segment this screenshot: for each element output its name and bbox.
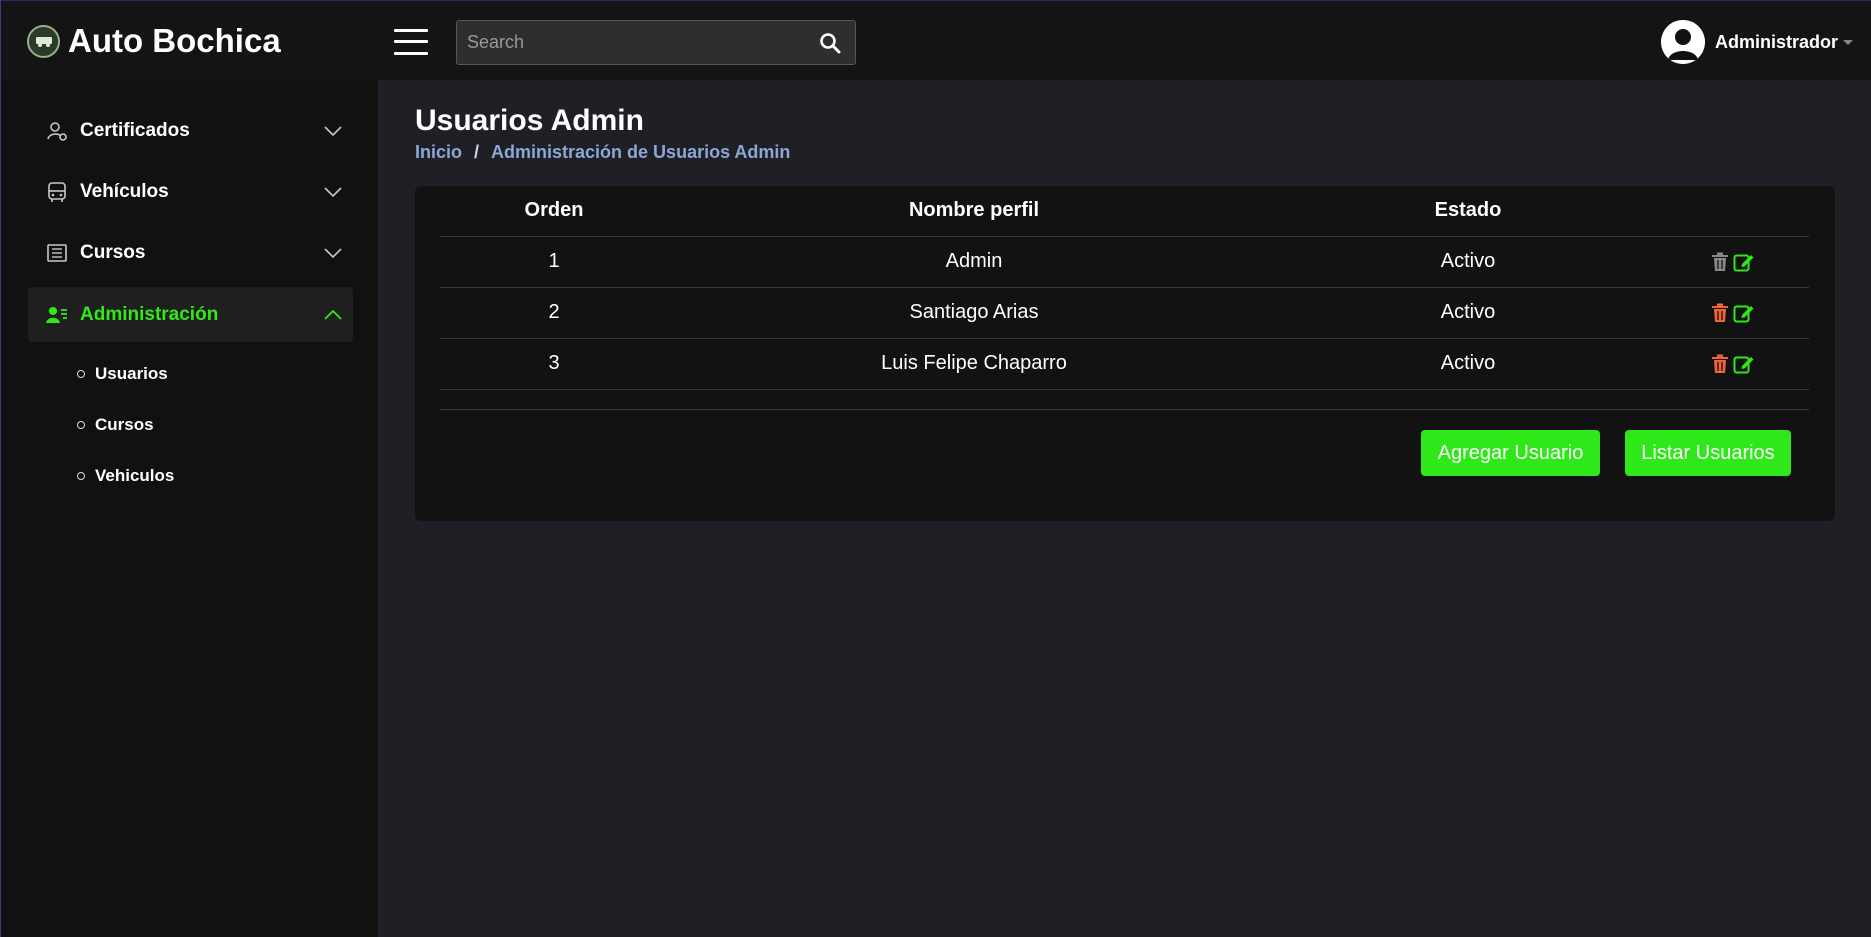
edit-icon[interactable] [1733,303,1755,323]
cell-estado: Activo [1280,338,1656,390]
user-name: Administrador [1714,31,1838,52]
chevron-up-icon [313,309,353,320]
users-admin-icon [46,304,68,326]
user-menu[interactable]: Administrador [1660,20,1853,64]
chevron-down-icon [313,247,353,258]
breadcrumb-home-link[interactable]: Inicio [415,142,462,163]
search-bar [456,20,856,65]
sidebar-item-certificados[interactable]: Certificados [28,103,353,158]
cell-orden: 3 [440,338,668,390]
table-row: 3 Luis Felipe Chaparro Activo [440,338,1809,390]
bus-icon [46,181,68,203]
brand-title: Auto Bochica [68,22,281,59]
trash-icon[interactable] [1711,252,1729,272]
circle-icon [77,370,85,378]
sidebar-item-label: Vehículos [80,180,169,202]
column-header-estado: Estado [1280,186,1656,237]
users-card: Orden Nombre perfil Estado 1 Admin Activ… [415,186,1835,521]
cell-nombre: Luis Felipe Chaparro [668,338,1280,390]
table-row: 1 Admin Activo [440,236,1809,288]
newspaper-icon [46,242,68,264]
top-bar: Auto Bochica Administrador [1,0,1871,80]
trash-icon[interactable] [1711,303,1729,323]
sidebar-subitem-usuarios[interactable]: Usuarios [77,359,168,389]
sidebar-item-cursos[interactable]: Cursos [28,225,353,280]
breadcrumb-current: Administración de Usuarios Admin [491,142,791,162]
sidebar-item-label: Cursos [80,241,146,263]
circle-icon [77,421,85,429]
search-icon[interactable] [805,21,855,64]
sidebar-subitem-cursos[interactable]: Cursos [77,410,154,440]
chevron-down-icon [1843,39,1853,45]
cell-acciones [1656,236,1809,288]
sidebar-item-administracion[interactable]: Administración [28,287,353,342]
column-header-acciones [1656,186,1809,237]
sidebar-item-label: Certificados [80,119,190,141]
sidebar-subitem-label: Usuarios [95,364,168,383]
chevron-down-icon [313,186,353,197]
cell-estado: Activo [1280,287,1656,339]
cell-orden: 2 [440,287,668,339]
table-row: 2 Santiago Arias Activo [440,287,1809,339]
trash-icon[interactable] [1711,354,1729,374]
table-header-row: Orden Nombre perfil Estado [440,186,1809,237]
sidebar-item-vehiculos[interactable]: Vehículos [28,164,353,219]
user-gear-icon [46,120,68,142]
breadcrumb: Inicio / Administración de Usuarios Admi… [415,142,790,163]
add-user-button[interactable]: Agregar Usuario [1421,430,1600,476]
cell-acciones [1656,287,1809,339]
cell-nombre: Admin [668,236,1280,288]
page-title: Usuarios Admin [415,104,644,137]
hamburger-menu-icon[interactable] [394,25,428,59]
users-table: Orden Nombre perfil Estado 1 Admin Activ… [440,186,1809,390]
cell-orden: 1 [440,236,668,288]
brand[interactable]: Auto Bochica [27,21,281,61]
list-users-button[interactable]: Listar Usuarios [1625,430,1791,476]
cell-estado: Activo [1280,236,1656,288]
chevron-down-icon [313,125,353,136]
brand-logo-icon [27,24,60,58]
column-header-nombre: Nombre perfil [668,186,1280,237]
edit-icon[interactable] [1733,252,1755,272]
breadcrumb-separator: / [474,142,480,162]
cell-acciones [1656,338,1809,390]
cell-nombre: Santiago Arias [668,287,1280,339]
circle-icon [77,472,85,480]
sidebar-subitem-label: Cursos [95,415,154,434]
search-input[interactable] [457,21,805,64]
edit-icon[interactable] [1733,354,1755,374]
sidebar-item-label: Administración [80,303,219,325]
table-footer-divider [440,409,1809,410]
avatar [1660,20,1705,64]
sidebar-subitem-vehiculos[interactable]: Vehiculos [77,461,174,491]
sidebar-subitem-label: Vehiculos [95,466,175,485]
column-header-orden: Orden [440,186,668,237]
